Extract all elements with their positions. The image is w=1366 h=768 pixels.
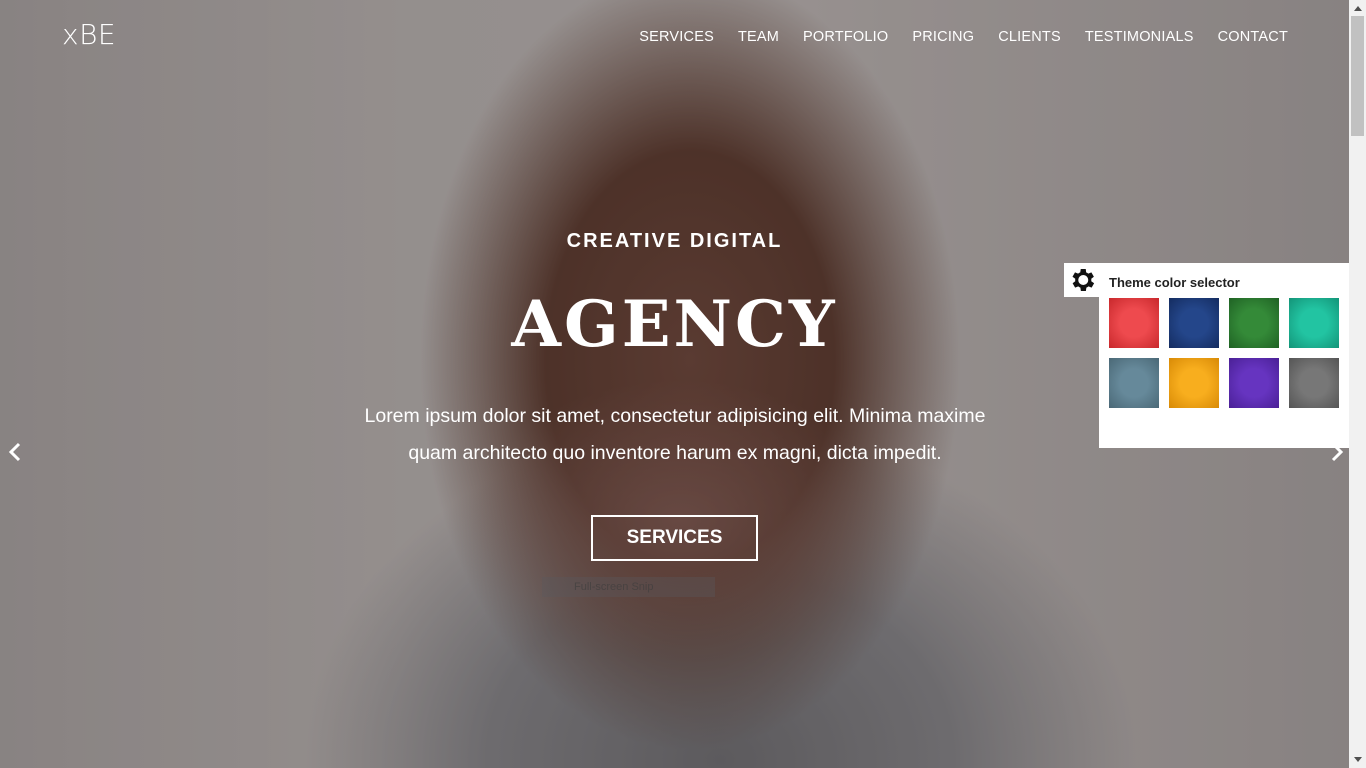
theme-toggle-button[interactable]	[1064, 263, 1100, 297]
swatch-green[interactable]	[1229, 298, 1279, 348]
nav-services[interactable]: SERVICES	[639, 29, 714, 45]
page-scrollbar[interactable]	[1349, 0, 1366, 768]
swatch-grid	[1109, 298, 1339, 408]
main-nav: SERVICES TEAM PORTFOLIO PRICING CLIENTS …	[639, 29, 1288, 45]
chevron-left-icon	[8, 442, 21, 462]
swatch-orange[interactable]	[1169, 358, 1219, 408]
nav-clients[interactable]: CLIENTS	[998, 29, 1061, 45]
caret-up-icon	[1353, 6, 1362, 11]
nav-pricing[interactable]: PRICING	[912, 29, 974, 45]
brand-logo[interactable]: xBE	[62, 18, 116, 51]
nav-contact[interactable]: CONTACT	[1218, 29, 1288, 45]
swatch-gray[interactable]	[1289, 358, 1339, 408]
nav-testimonials[interactable]: TESTIMONIALS	[1085, 29, 1194, 45]
nav-team[interactable]: TEAM	[738, 29, 779, 45]
swatch-teal[interactable]	[1289, 298, 1339, 348]
swatch-navy[interactable]	[1169, 298, 1219, 348]
theme-color-selector: Theme color selector	[1099, 263, 1349, 448]
top-navbar: xBE SERVICES TEAM PORTFOLIO PRICING CLIE…	[0, 0, 1349, 75]
theme-selector-title: Theme color selector	[1109, 275, 1240, 290]
swatch-purple[interactable]	[1229, 358, 1279, 408]
scroll-up-button[interactable]	[1349, 0, 1366, 16]
gear-icon	[1072, 269, 1095, 291]
snip-tooltip: Full-screen Snip	[542, 577, 715, 597]
swatch-slate[interactable]	[1109, 358, 1159, 408]
caret-down-icon	[1353, 757, 1362, 762]
carousel-prev-button[interactable]	[4, 440, 28, 464]
scroll-thumb[interactable]	[1351, 16, 1364, 136]
hero-kicker: CREATIVE DIGITAL	[566, 230, 783, 252]
services-button[interactable]: SERVICES	[591, 515, 758, 561]
scroll-down-button[interactable]	[1349, 752, 1366, 768]
nav-portfolio[interactable]: PORTFOLIO	[803, 29, 888, 45]
hero-lede: Lorem ipsum dolor sit amet, consectetur …	[364, 405, 986, 464]
swatch-red[interactable]	[1109, 298, 1159, 348]
